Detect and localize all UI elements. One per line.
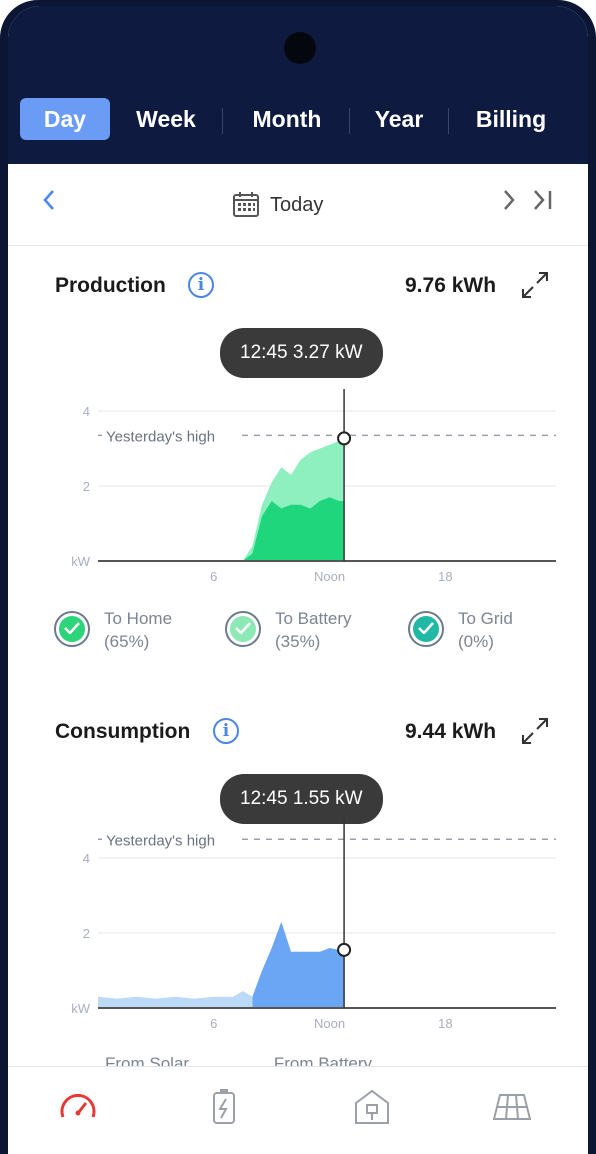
previous-day-button[interactable] [42,188,56,219]
x-tick-label: Noon [314,1016,345,1029]
legend-percent: (35%) [275,632,321,651]
x-tick-label: 18 [438,1016,452,1029]
skip-to-end-icon [534,190,552,210]
y-tick-label: 2 [83,479,90,494]
legend-percent: (0%) [458,632,494,651]
date-label[interactable]: Today [270,194,323,217]
consumption-total: 9.44 kWh [405,720,497,743]
next-day-button[interactable] [502,188,516,219]
tab-divider [448,108,449,134]
y-tick-label: kW [71,554,91,569]
legend-label: To Battery (35%) [275,607,352,653]
y-tick-label: 4 [83,851,90,866]
legend-percent: (65%) [104,632,150,651]
x-tick-label: 6 [210,569,217,584]
yesterday-high-label: Yesterday's high [106,832,215,849]
legend-label-text: To Battery [275,609,352,628]
x-tick-label: Noon [314,569,345,584]
tab-divider [222,108,223,134]
consumption-expand-icon[interactable] [520,716,550,746]
consumption-title: Consumption [55,720,191,743]
phone-frame: Day Week Month Year Billing Today Produc… [0,0,596,1154]
production-info-icon[interactable]: i [188,272,214,298]
tab-year[interactable]: Year [358,98,440,140]
production-total: 9.76 kWh [405,274,497,297]
legend-label-text: To Home [104,609,173,628]
main-content: Today Production i 9.76 kWh 12:45 3.27 k… [8,164,588,1154]
home-plug-icon[interactable] [352,1087,392,1127]
check-icon [225,611,261,647]
x-tick-label: 6 [210,1016,217,1029]
battery-icon[interactable] [204,1087,244,1127]
chevron-left-icon [43,190,54,210]
production-chart[interactable]: Yesterday's high 4 2 kW 6 Noon 18 [58,389,558,584]
legend-label: To Grid (0%) [458,607,513,653]
app-screen: Day Week Month Year Billing Today Produc… [8,6,588,1154]
date-navigator: Today [8,164,588,246]
legend-item-to-grid[interactable]: To Grid (0%) [408,607,568,655]
y-tick-label: kW [71,1001,91,1016]
period-tabs: Day Week Month Year Billing [8,98,588,146]
series-area-from-battery [98,991,253,1008]
top-bar: Day Week Month Year Billing [8,6,588,164]
legend-label: To Home (65%) [104,607,172,653]
camera-notch [284,32,316,64]
cursor-marker [337,942,352,957]
tab-week[interactable]: Week [120,98,212,140]
yesterday-high-label: Yesterday's high [106,428,215,445]
tab-month[interactable]: Month [232,98,342,140]
consumption-info-icon[interactable]: i [213,718,239,744]
legend-item-to-battery[interactable]: To Battery (35%) [225,607,385,655]
solar-panel-icon[interactable] [492,1087,532,1127]
consumption-tooltip: 12:45 1.55 kW [220,774,383,824]
tab-day[interactable]: Day [20,98,110,140]
check-icon [54,611,90,647]
jump-to-latest-button[interactable] [532,188,554,219]
calendar-icon[interactable] [232,190,260,218]
production-title: Production [55,274,166,297]
gauge-icon[interactable] [58,1087,98,1127]
cursor-marker [337,431,352,446]
check-icon [408,611,444,647]
x-tick-label: 18 [438,569,452,584]
legend-label-text: To Grid [458,609,513,628]
production-tooltip: 12:45 3.27 kW [220,328,383,378]
tab-divider [349,108,350,134]
y-tick-label: 2 [83,926,90,941]
y-tick-label: 4 [83,404,90,419]
consumption-chart[interactable]: Yesterday's high 4 2 kW 6 Noon 18 [58,819,558,1029]
series-area-from-solar [252,921,345,1008]
production-expand-icon[interactable] [520,270,550,300]
legend-item-to-home[interactable]: To Home (65%) [54,607,214,655]
tab-billing[interactable]: Billing [458,98,564,140]
bottom-navigation [8,1066,588,1154]
chevron-right-icon [504,190,515,210]
